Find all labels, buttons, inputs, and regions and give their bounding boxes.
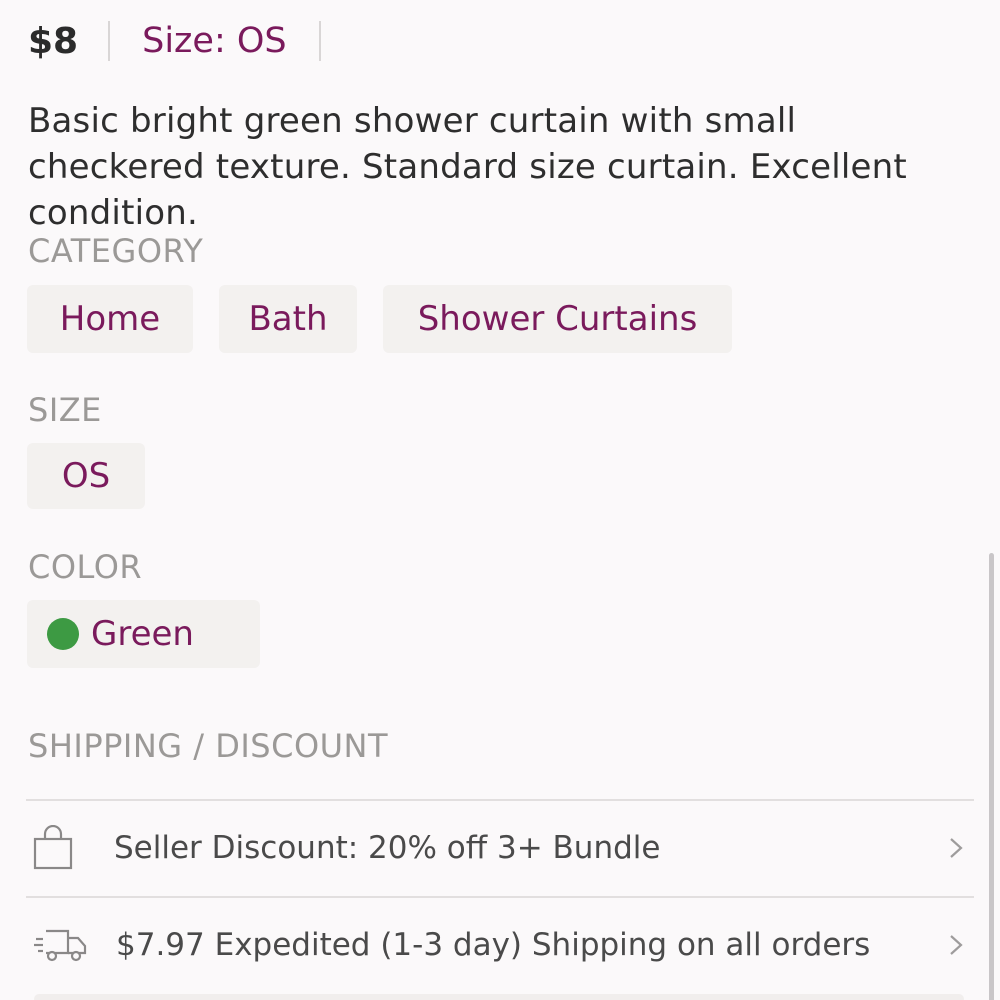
shipping-text: $7.97 Expedited (1-3 day) Shipping on al… <box>116 927 871 963</box>
color-heading: COLOR <box>28 548 143 586</box>
category-chip-shower-curtains[interactable]: Shower Curtains <box>383 285 732 353</box>
divider <box>108 21 111 61</box>
price: $8 <box>28 20 79 62</box>
delivery-truck-icon <box>32 921 88 969</box>
size-chip-os[interactable]: OS <box>27 443 145 509</box>
category-chips: Home Bath Shower Curtains <box>27 285 732 353</box>
listing-description: Basic bright green shower curtain with s… <box>28 101 907 233</box>
chevron-right-icon <box>944 930 968 960</box>
category-chip-bath[interactable]: Bath <box>219 285 357 353</box>
size-chips: OS <box>27 443 145 509</box>
shipping-heading: SHIPPING / DISCOUNT <box>28 727 389 765</box>
color-chip-label: Green <box>91 614 194 654</box>
price-row: $8 Size: OS <box>28 16 321 66</box>
shopping-bag-icon <box>32 824 88 872</box>
color-swatch <box>47 618 79 650</box>
seller-discount-text: Seller Discount: 20% off 3+ Bundle <box>114 830 661 866</box>
color-chips: Green <box>27 600 260 668</box>
scrollbar[interactable] <box>989 553 994 1000</box>
next-section-edge <box>34 994 964 1000</box>
size-label[interactable]: Size: OS <box>142 21 287 61</box>
chevron-right-icon <box>944 833 968 863</box>
category-heading: CATEGORY <box>28 232 204 270</box>
size-heading: SIZE <box>28 391 102 429</box>
divider <box>318 21 321 61</box>
shipping-row[interactable]: $7.97 Expedited (1-3 day) Shipping on al… <box>26 897 974 993</box>
seller-discount-row[interactable]: Seller Discount: 20% off 3+ Bundle <box>26 800 974 896</box>
color-chip-green[interactable]: Green <box>27 600 260 668</box>
listing-details-page: $8 Size: OS Basic bright green shower cu… <box>0 0 1000 1000</box>
category-chip-home[interactable]: Home <box>27 285 193 353</box>
